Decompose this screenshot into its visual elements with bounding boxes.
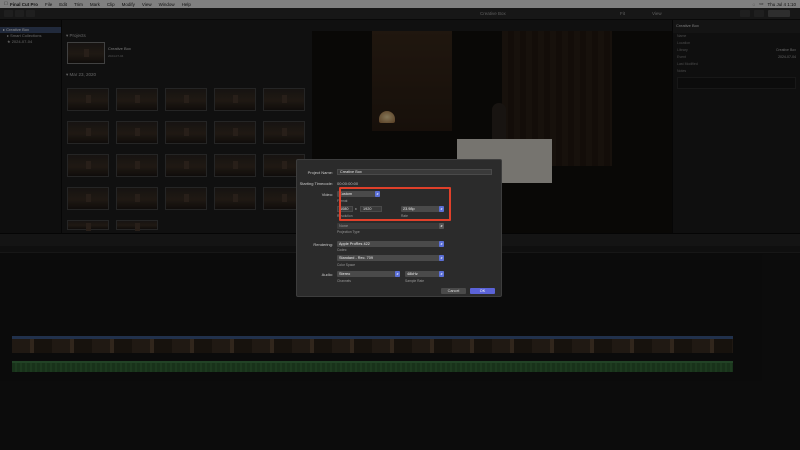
fcp-window:  Final Cut Pro File Edit Trim Mark Clip…	[0, 0, 800, 450]
project-settings-dialog: Project Name: Creative Box Starting Time…	[296, 159, 502, 297]
chevron-down-icon: ⇵	[439, 223, 444, 229]
starting-timecode-field[interactable]: 00:00:00:00	[337, 181, 358, 186]
codec-popup[interactable]: Apple ProRes 422 ⇵	[337, 241, 444, 247]
codec-value: Apple ProRes 422	[339, 242, 370, 246]
channels-caption: Channels	[337, 279, 351, 283]
projection-caption: Projection Type	[337, 230, 360, 234]
channels-popup[interactable]: Stereo ⇵	[337, 271, 400, 277]
project-name-field[interactable]: Creative Box	[337, 169, 492, 175]
samplerate-value: 48kHz	[407, 272, 418, 276]
rendering-label: Rendering:	[313, 242, 333, 247]
chevron-down-icon: ⇵	[439, 255, 444, 261]
colorspace-value: Standard - Rec. 709	[339, 256, 373, 260]
chevron-down-icon: ⇵	[395, 271, 400, 277]
projection-popup[interactable]: None ⇵	[337, 223, 444, 229]
chevron-down-icon: ⇵	[439, 241, 444, 247]
ok-button[interactable]: OK	[470, 288, 495, 294]
video-label: Video:	[321, 192, 333, 197]
starting-timecode-label: Starting Timecode:	[299, 181, 333, 186]
channels-value: Stereo	[339, 272, 351, 276]
cancel-button[interactable]: Cancel	[441, 288, 466, 294]
samplerate-caption: Sample Rate	[405, 279, 425, 283]
codec-caption: Codec	[337, 248, 347, 252]
project-name-label: Project Name:	[307, 170, 333, 175]
audio-label: Audio:	[321, 272, 333, 277]
video-settings-highlight	[339, 187, 451, 221]
colorspace-popup[interactable]: Standard - Rec. 709 ⇵	[337, 255, 444, 261]
projection-value: None	[339, 224, 349, 228]
colorspace-caption: Color Space	[337, 263, 356, 267]
chevron-down-icon: ⇵	[439, 271, 444, 277]
samplerate-popup[interactable]: 48kHz ⇵	[405, 271, 444, 277]
